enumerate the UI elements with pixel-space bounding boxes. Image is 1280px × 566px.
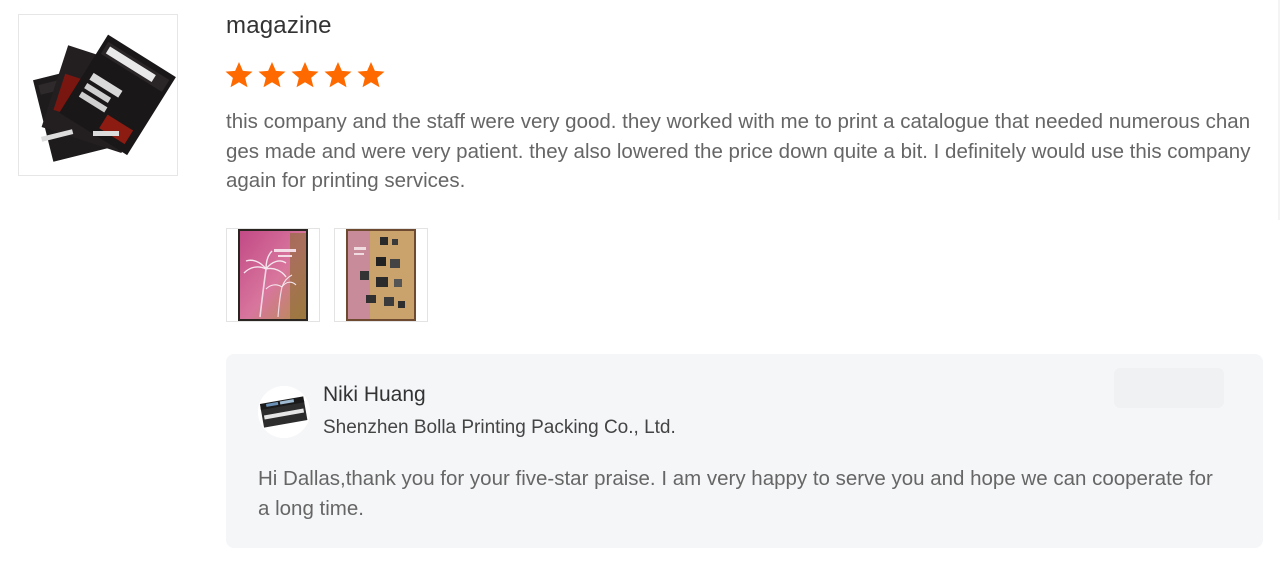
review-photo[interactable] <box>334 228 428 322</box>
seller-company[interactable]: Shenzhen Bolla Printing Packing Co., Ltd… <box>323 417 676 439</box>
product-thumbnail[interactable] <box>18 14 178 176</box>
catalogue-spread-photo <box>346 229 416 321</box>
seller-name: Niki Huang <box>323 383 426 406</box>
review-card: magazine this company and the staff were… <box>0 0 1280 566</box>
reply-date-placeholder <box>1114 368 1224 408</box>
star-icon <box>225 62 253 88</box>
rating-stars <box>224 60 386 94</box>
star-icon <box>324 62 352 88</box>
reply-text: Hi Dallas,thank you for your five-star p… <box>258 467 1213 520</box>
photo-book-avatar-image <box>258 386 310 438</box>
palm-tree-catalogue-cover-photo <box>238 229 308 321</box>
star-icon <box>291 62 319 88</box>
review-photo[interactable] <box>226 228 320 322</box>
star-icon <box>258 62 286 88</box>
review-text: this company and the staff were very goo… <box>226 110 1251 192</box>
review-photos <box>226 228 428 322</box>
seller-reply: Niki Huang Shenzhen Bolla Printing Packi… <box>226 354 1263 548</box>
star-icon <box>357 62 385 88</box>
review-title: magazine <box>226 12 332 39</box>
magazine-cover-image <box>19 15 177 175</box>
seller-avatar <box>258 386 310 438</box>
